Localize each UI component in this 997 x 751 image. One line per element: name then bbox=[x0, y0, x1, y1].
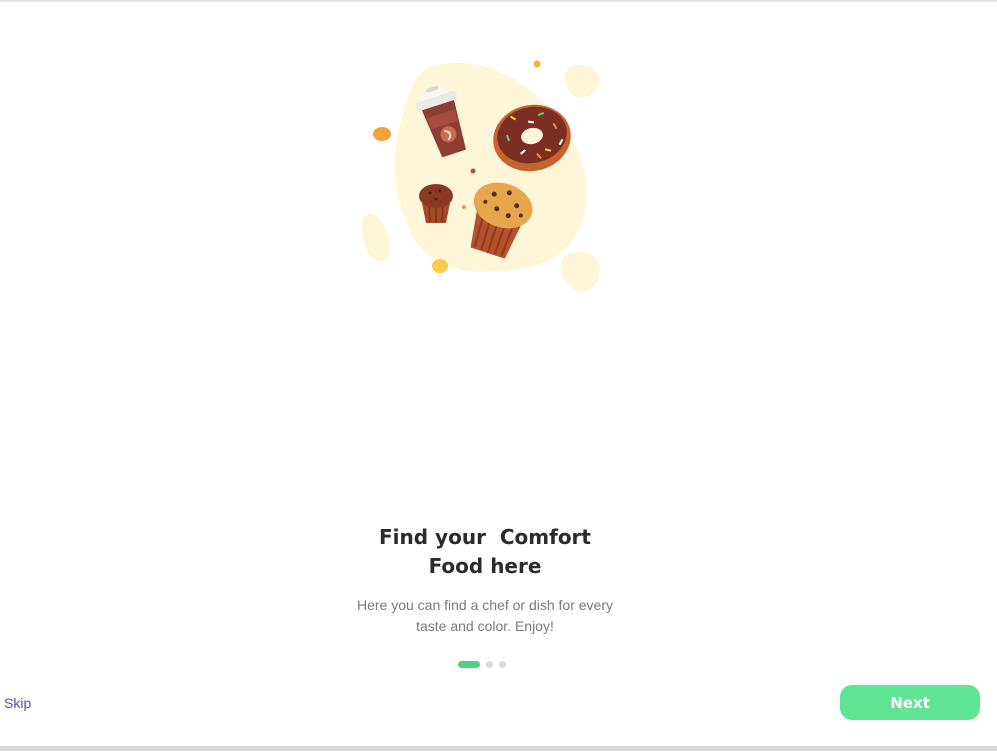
food-illustration bbox=[361, 60, 600, 292]
description-line-1: Here you can find a chef or dish for eve… bbox=[356, 597, 614, 613]
page-dot-2 bbox=[486, 661, 493, 668]
page-indicator bbox=[458, 661, 506, 668]
title-line-2: Food here bbox=[428, 554, 542, 578]
top-divider bbox=[0, 0, 997, 2]
onboarding-description: Here you can find a chef or dish for eve… bbox=[345, 595, 625, 637]
onboarding-screen: Find your Comfort Food here Here you can… bbox=[0, 0, 997, 751]
title-line-1: Find your Comfort bbox=[379, 525, 591, 549]
page-dot-1 bbox=[458, 661, 480, 668]
onboarding-title: Find your Comfort Food here bbox=[360, 523, 610, 581]
bottom-divider bbox=[0, 746, 997, 751]
next-button[interactable]: Next bbox=[840, 685, 980, 720]
description-line-2: taste and color. Enjoy! bbox=[416, 618, 554, 634]
page-dot-3 bbox=[499, 661, 506, 668]
skip-button[interactable]: Skip bbox=[4, 694, 31, 712]
